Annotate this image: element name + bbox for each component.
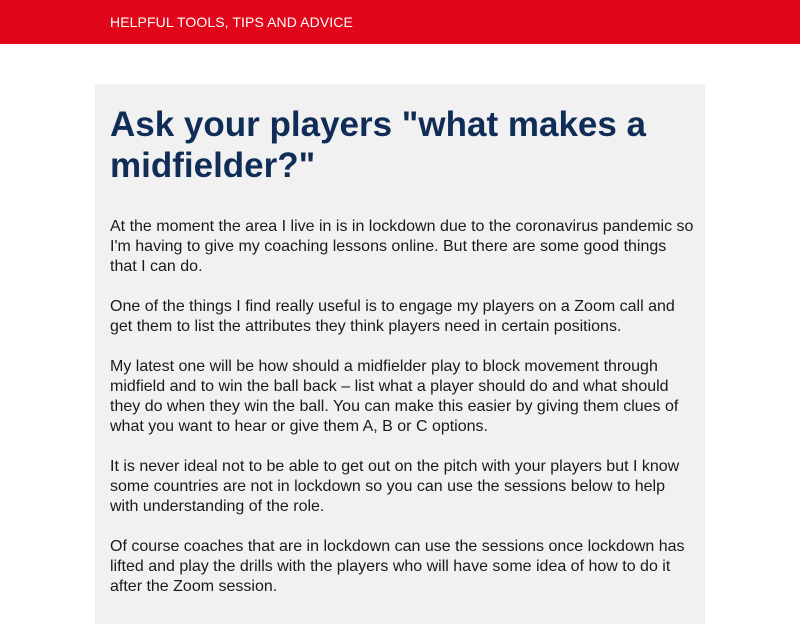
article-paragraph: Of course coaches that are in lockdown c…	[110, 538, 685, 595]
article-paragraph: It is never ideal not to be able to get …	[110, 458, 680, 515]
site-header-bar: HELPFUL TOOLS, TIPS AND ADVICE	[0, 0, 800, 44]
article-paragraph: One of the things I find really useful i…	[110, 298, 675, 335]
article-paragraph: My latest one will be how should a midfi…	[110, 358, 679, 435]
article-card: Ask your players "what makes a midfielde…	[95, 84, 705, 624]
article-title: Ask your players "what makes a midfielde…	[110, 105, 647, 185]
article-body: At the moment the area I live in is in l…	[110, 217, 695, 617]
section-link-helpful-tools[interactable]: HELPFUL TOOLS, TIPS AND ADVICE	[110, 14, 353, 30]
article-paragraph: At the moment the area I live in is in l…	[110, 218, 694, 275]
